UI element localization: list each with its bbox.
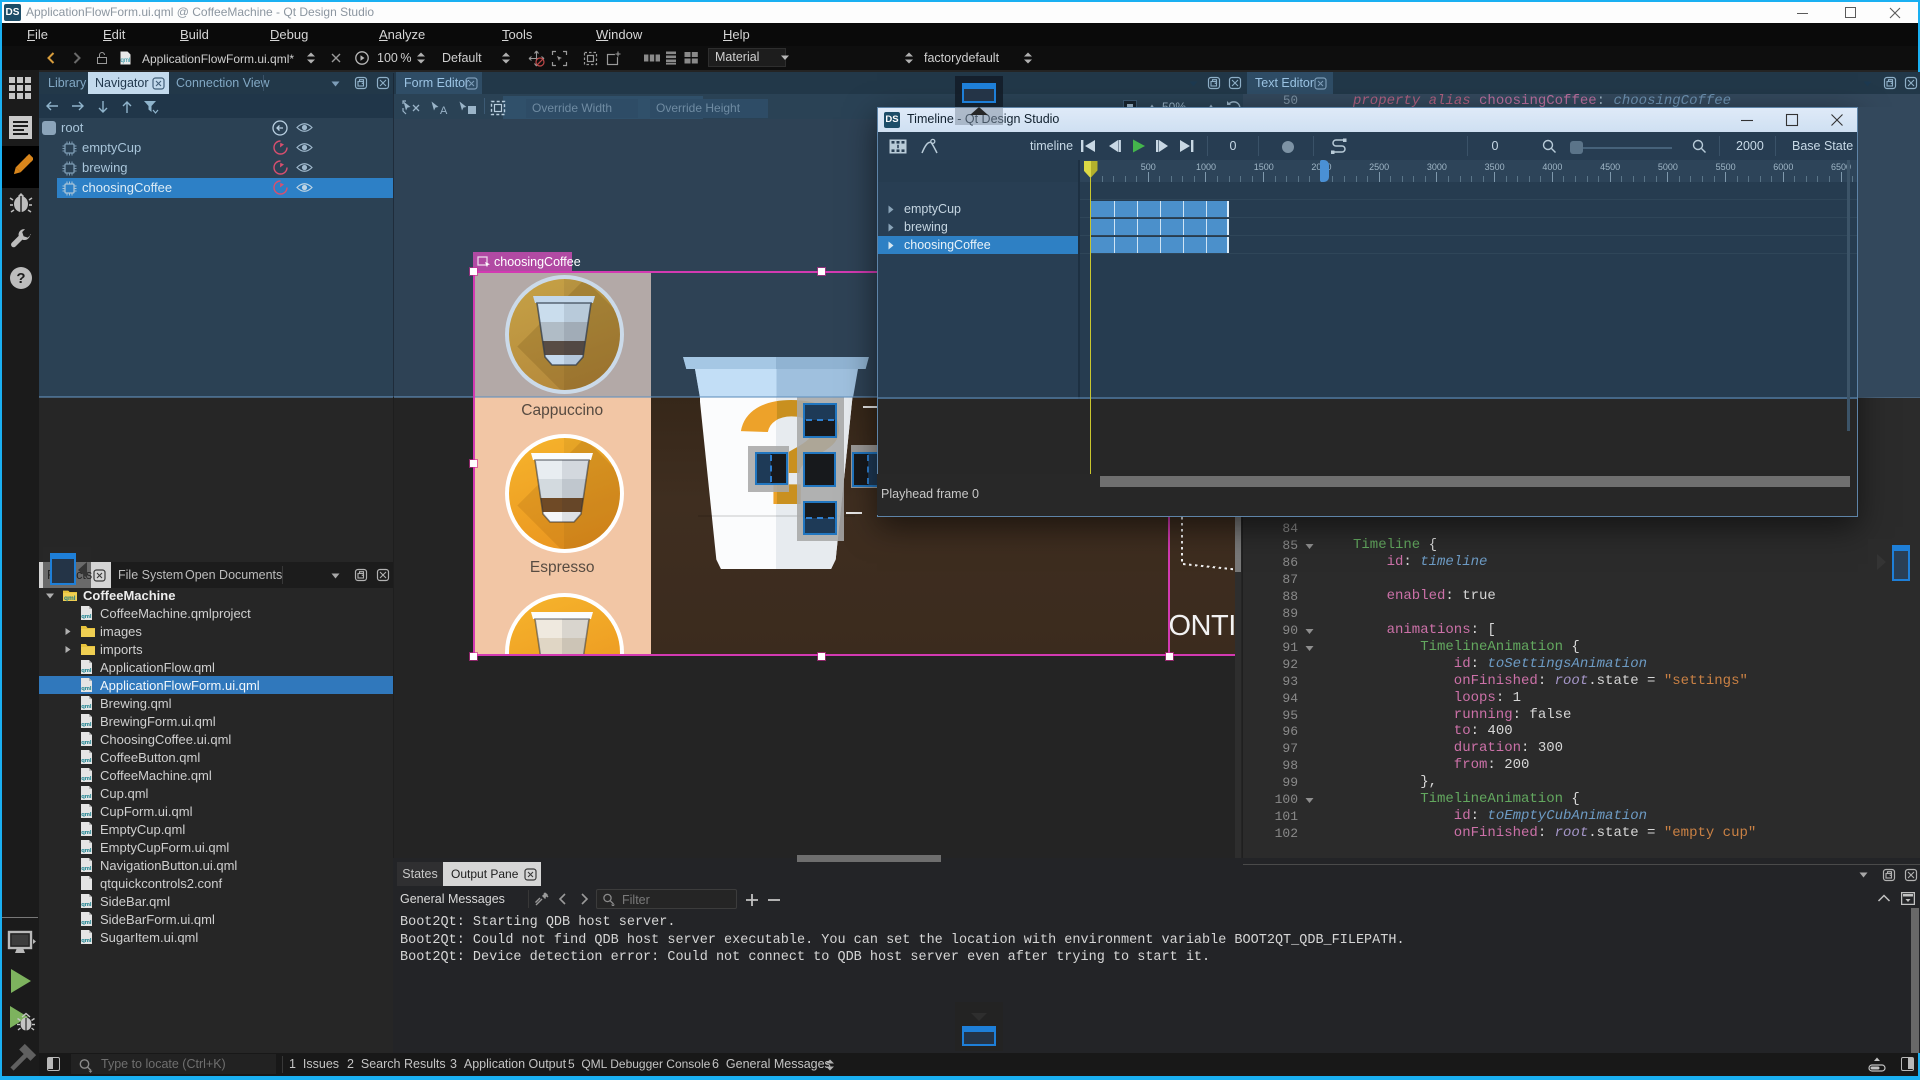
- svg-text:qml: qml: [81, 668, 92, 674]
- svg-text:qml: qml: [81, 920, 92, 926]
- svg-text:qml: qml: [81, 776, 92, 782]
- svg-text:qml: qml: [81, 866, 92, 872]
- svg-text:qml: qml: [81, 686, 92, 692]
- svg-text:qml: qml: [121, 58, 131, 64]
- svg-text:qml: qml: [81, 830, 92, 836]
- svg-text:qml: qml: [81, 758, 92, 764]
- svg-text:qml: qml: [81, 848, 92, 854]
- svg-text:qml: qml: [81, 722, 92, 728]
- svg-text:qml: qml: [81, 740, 92, 746]
- svg-text:?: ?: [16, 270, 25, 287]
- svg-text:A: A: [440, 105, 448, 116]
- svg-text:qml: qml: [81, 614, 92, 620]
- svg-text:qml: qml: [64, 595, 76, 602]
- svg-text:qml: qml: [81, 794, 92, 800]
- svg-text:qml: qml: [81, 938, 92, 944]
- svg-text:qml: qml: [81, 812, 92, 818]
- svg-text:qml: qml: [81, 902, 92, 908]
- svg-text:qml: qml: [81, 704, 92, 710]
